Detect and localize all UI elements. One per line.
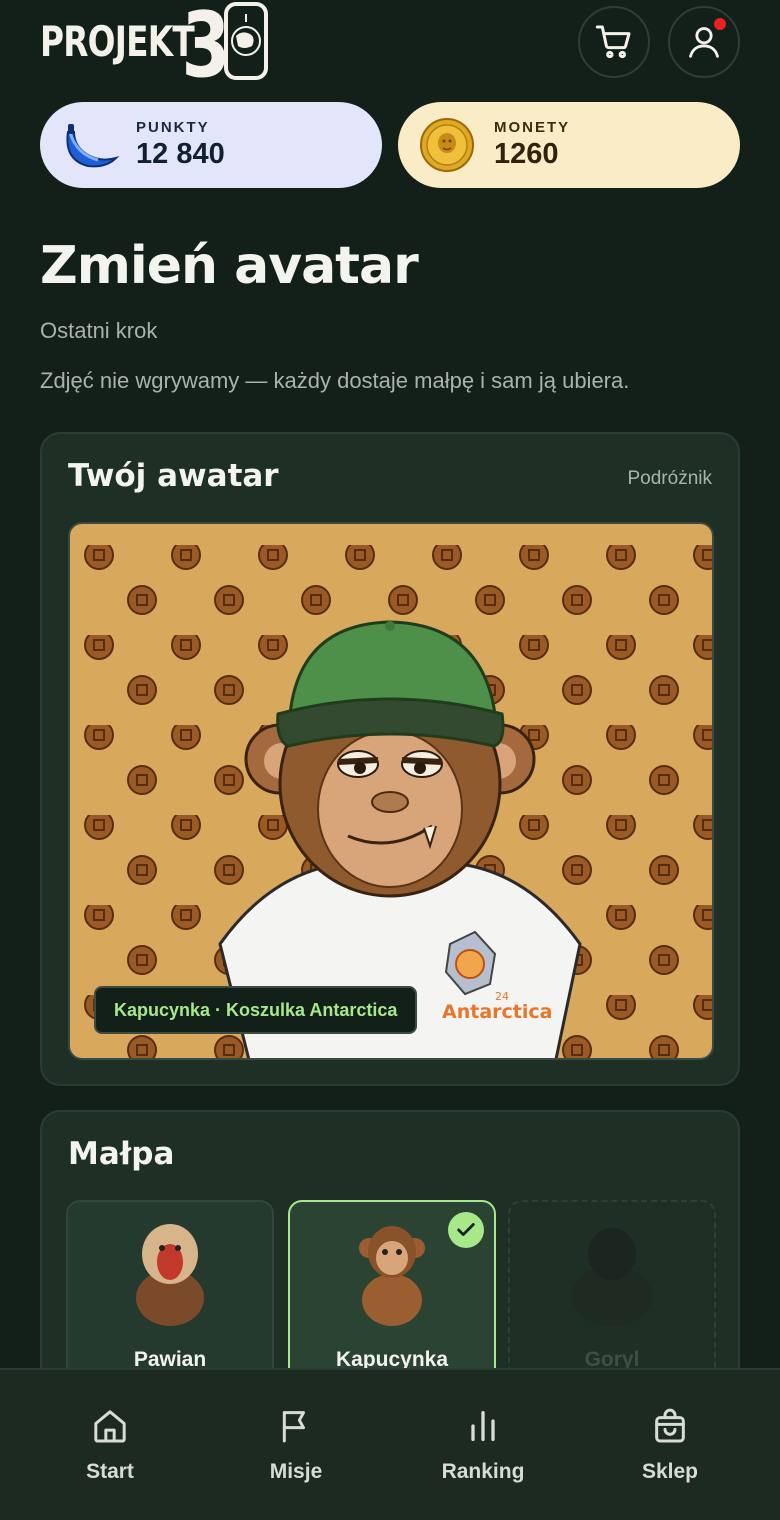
avatar-card-title: Twój awatar [68, 458, 279, 494]
avatar-caption: Kapucynka · Koszulka Antarctica [94, 986, 418, 1034]
nav-misje[interactable]: Misje [216, 1406, 376, 1484]
app-header: PROJEKT 3 [40, 0, 740, 90]
avatar-preview: Antarctica 24 Kapucynka · Koszulka Antar… [68, 522, 714, 1060]
nav-label: Sklep [641, 1460, 699, 1483]
capuchin-icon [359, 1226, 425, 1326]
monkey-card: Małpa Pawian Kapucynka Goryl [40, 1110, 740, 1410]
cart-button[interactable] [578, 6, 650, 78]
nav-ranking[interactable]: Ranking [403, 1406, 563, 1484]
cart-icon [595, 25, 631, 59]
avatar-card-tag: Podróżnik [627, 468, 713, 489]
page-subtitle: Ostatni krok [40, 318, 158, 343]
banana-icon [58, 114, 120, 176]
coins-value: 1260 [494, 138, 559, 170]
gorilla-icon [572, 1228, 652, 1326]
coins-label: MONETY [494, 119, 571, 136]
brand-number: 3 [182, 0, 268, 84]
nav-label: Misje [269, 1460, 323, 1483]
baboon-icon [136, 1224, 204, 1326]
nav-label: Ranking [441, 1460, 525, 1483]
shopping-bag-icon [655, 1408, 685, 1443]
flag-icon [282, 1411, 305, 1443]
monkey-card-title: Małpa [68, 1136, 175, 1172]
shirt-print-year: 24 [495, 990, 509, 1003]
profile-button[interactable] [668, 6, 740, 78]
nav-label: Start [86, 1460, 134, 1483]
points-balance[interactable]: PUNKTY 12 840 [40, 102, 382, 188]
page-description: Zdjęć nie wgrywamy — każdy dostaje małpę… [40, 368, 630, 393]
points-value: 12 840 [136, 138, 225, 170]
avatar-card: Twój awatar Podróżnik Antarctica 24 Kapu… [40, 432, 740, 1086]
shirt-print-text: Antarctica [442, 1001, 552, 1023]
brand-number-text: 3 [182, 0, 231, 84]
coins-balance[interactable]: MONETY 1260 [398, 102, 740, 188]
monkey-coin-icon [416, 114, 478, 176]
nav-start[interactable]: Start [30, 1406, 190, 1484]
nav-sklep[interactable]: Sklep [590, 1406, 750, 1484]
selected-check-icon [448, 1212, 484, 1248]
home-icon [94, 1410, 126, 1443]
notification-dot [712, 16, 728, 32]
bottom-navigation: Start Misje Ranking Sklep [0, 1368, 780, 1520]
points-label: PUNKTY [136, 119, 210, 136]
page-title: Zmień avatar [40, 236, 419, 296]
brand-word: PROJEKT [40, 17, 195, 66]
bar-chart-icon [471, 1411, 495, 1441]
